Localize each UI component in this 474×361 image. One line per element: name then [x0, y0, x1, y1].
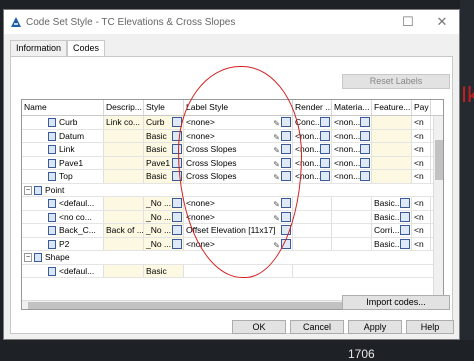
link-code-icon [48, 118, 56, 128]
background-coordinate-text: 1706 [348, 347, 375, 361]
material-picker-icon[interactable] [360, 144, 370, 154]
import-codes-button[interactable]: Import codes... [342, 295, 450, 310]
style-picker-icon[interactable] [172, 238, 182, 249]
label-picker-icon[interactable] [281, 117, 291, 127]
table-row[interactable]: Curb Link co... Curb <none> ✎ Conc... <no… [22, 116, 443, 130]
table-row[interactable]: <defaul... _No ... <none> ✎ Basic... <n [22, 197, 443, 211]
style-picker-icon[interactable] [172, 117, 182, 127]
table-row[interactable]: P2 _No ... <none> ✎ Basic... <n [22, 237, 443, 251]
style-picker-icon[interactable] [172, 198, 182, 208]
edit-label-icon[interactable]: ✎ [273, 172, 280, 183]
style-picker-icon[interactable] [172, 130, 182, 141]
column-header-name[interactable]: Name [22, 100, 104, 115]
edit-label-icon[interactable]: ✎ [273, 145, 280, 156]
material-picker-icon[interactable] [360, 130, 370, 141]
shape-code-icon [48, 266, 56, 276]
style-picker-icon[interactable] [172, 211, 182, 222]
material-picker-icon[interactable] [360, 117, 370, 127]
point-group-icon [34, 185, 42, 195]
label-picker-icon[interactable] [281, 171, 291, 181]
edit-label-icon[interactable]: ✎ [273, 132, 280, 143]
point-code-icon [48, 212, 56, 222]
point-code-icon [48, 239, 56, 249]
label-picker-icon[interactable] [281, 211, 291, 222]
table-row[interactable]: <defaul... Basic [22, 264, 443, 278]
edit-label-icon[interactable]: ✎ [273, 199, 280, 210]
point-code-icon [48, 226, 56, 236]
ok-button[interactable]: OK [232, 320, 286, 334]
style-picker-icon[interactable] [172, 157, 182, 168]
background-red-text: Ik [461, 82, 474, 107]
link-code-icon [48, 131, 56, 141]
label-picker-icon[interactable] [281, 198, 291, 208]
feature-picker-icon[interactable] [400, 198, 410, 208]
table-row[interactable]: <no co... _No ... <none> ✎ Basic... <n [22, 210, 443, 224]
edit-label-icon[interactable]: ✎ [273, 240, 280, 251]
feature-picker-icon[interactable] [400, 238, 410, 249]
style-picker-icon[interactable] [172, 225, 182, 235]
render-picker-icon[interactable] [320, 117, 330, 127]
label-picker-icon[interactable] [281, 130, 291, 141]
close-icon[interactable]: ✕ [425, 14, 459, 30]
table-row[interactable]: Datum Basic <none> ✎ <non... <non... <n [22, 129, 443, 143]
codes-panel: Reset Labels Name Descrip... Style Label… [10, 56, 453, 334]
scroll-thumb[interactable] [28, 302, 356, 309]
column-header-feature[interactable]: Feature... [372, 100, 412, 115]
render-picker-icon[interactable] [320, 157, 330, 168]
column-header-label-style[interactable]: Label Style [184, 100, 293, 115]
dialog-title: Code Set Style - TC Elevations & Cross S… [26, 16, 236, 28]
edit-label-icon[interactable]: ✎ [273, 213, 280, 224]
material-picker-icon[interactable] [360, 157, 370, 168]
cancel-button[interactable]: Cancel [290, 320, 344, 334]
background-cad-canvas [460, 0, 474, 360]
label-picker-icon[interactable] [281, 157, 291, 168]
render-picker-icon[interactable] [320, 130, 330, 141]
material-picker-icon[interactable] [360, 171, 370, 181]
feature-picker-icon[interactable] [400, 225, 410, 235]
point-code-icon [48, 199, 56, 209]
table-row[interactable]: Back_C... Back of ... _No ... Offset Ele… [22, 224, 443, 238]
collapse-icon[interactable]: − [24, 185, 32, 195]
vertical-scrollbar[interactable] [433, 116, 443, 302]
edit-label-icon[interactable]: ✎ [273, 118, 280, 129]
background-cad-bottom [0, 340, 474, 360]
table-row[interactable]: Link Basic Cross Slopes ✎ <non... <non...… [22, 143, 443, 157]
group-row-shape[interactable]: − Shape [22, 251, 443, 265]
shape-group-icon [34, 253, 42, 263]
table-row[interactable]: Pave1 Pave1 Cross Slopes ✎ <non... <non..… [22, 156, 443, 170]
collapse-icon[interactable]: − [24, 253, 32, 263]
apply-button[interactable]: Apply [348, 320, 402, 334]
render-picker-icon[interactable] [320, 144, 330, 154]
tab-strip: Information Codes [10, 40, 106, 57]
column-header-style[interactable]: Style [144, 100, 184, 115]
label-picker-icon[interactable] [281, 225, 291, 235]
style-picker-icon[interactable] [172, 171, 182, 181]
table-row[interactable]: Top Basic Cross Slopes ✎ <non... <non... … [22, 170, 443, 184]
column-header-material[interactable]: Materia... [332, 100, 372, 115]
help-button[interactable]: Help [406, 320, 454, 334]
tab-information[interactable]: Information [10, 40, 68, 56]
autocad-icon [10, 16, 22, 28]
maximize-icon[interactable]: ☐ [391, 14, 425, 30]
link-code-icon [48, 158, 56, 168]
group-row-point[interactable]: − Point [22, 184, 443, 197]
codes-grid: Name Descrip... Style Label Style Render… [21, 99, 444, 310]
link-code-icon [48, 145, 56, 155]
scroll-thumb[interactable] [435, 140, 443, 180]
edit-label-icon[interactable]: ✎ [273, 159, 280, 170]
label-picker-icon[interactable] [281, 144, 291, 154]
render-picker-icon[interactable] [320, 171, 330, 181]
column-header-render[interactable]: Render ... [293, 100, 332, 115]
style-picker-icon[interactable] [172, 144, 182, 154]
link-code-icon [48, 172, 56, 182]
reset-labels-button[interactable]: Reset Labels [342, 74, 450, 89]
grid-header: Name Descrip... Style Label Style Render… [22, 100, 443, 116]
column-header-description[interactable]: Descrip... [104, 100, 144, 115]
code-set-style-dialog: Code Set Style - TC Elevations & Cross S… [3, 9, 460, 340]
feature-picker-icon[interactable] [400, 211, 410, 222]
tab-codes[interactable]: Codes [67, 40, 106, 57]
column-header-pay-item[interactable]: Pay It [412, 100, 431, 115]
label-picker-icon[interactable] [281, 238, 291, 249]
title-bar[interactable]: Code Set Style - TC Elevations & Cross S… [4, 10, 459, 34]
